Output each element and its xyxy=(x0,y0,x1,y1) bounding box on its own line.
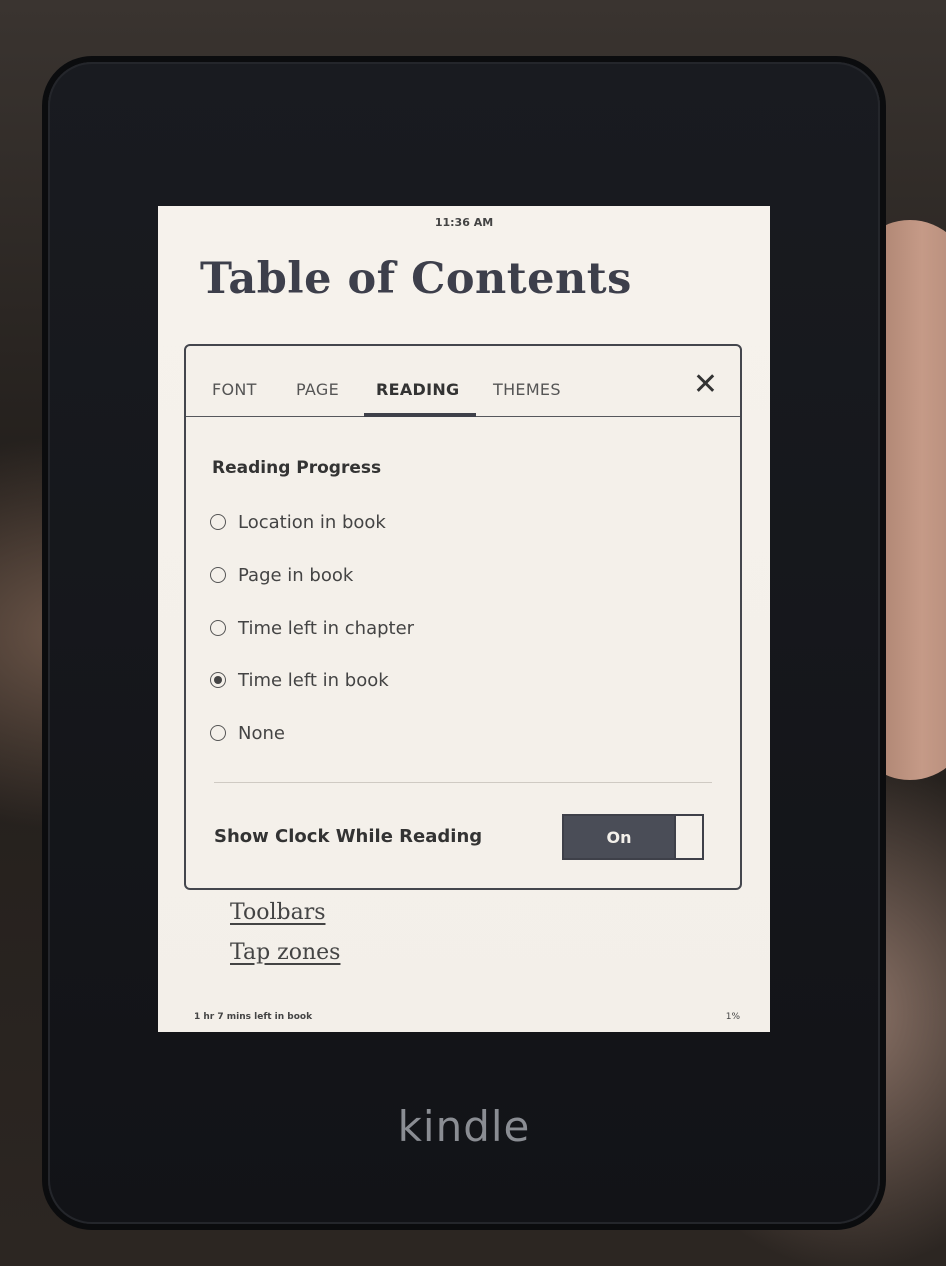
radio-icon[interactable] xyxy=(210,514,226,530)
option-none[interactable]: None xyxy=(210,719,285,747)
e-reader-screen: 11:36 AM Table of Contents Toolbars Tap … xyxy=(158,206,770,1032)
toc-link-tap-zones[interactable]: Tap zones xyxy=(230,940,340,965)
show-clock-label: Show Clock While Reading xyxy=(214,826,483,847)
tab-font[interactable]: FONT xyxy=(212,380,257,399)
reading-progress-footer: 1 hr 7 mins left in book xyxy=(194,1012,313,1022)
option-label: Time left in book xyxy=(238,669,389,691)
option-label: Time left in chapter xyxy=(238,617,415,639)
option-label: None xyxy=(238,722,285,744)
toggle-knob[interactable] xyxy=(674,816,702,858)
settings-tab-bar: FONT PAGE READING THEMES ✕ xyxy=(186,346,740,417)
show-clock-toggle[interactable]: On xyxy=(562,814,704,860)
section-title: Reading Progress xyxy=(212,458,382,478)
option-time-left-in-book[interactable]: Time left in book xyxy=(210,666,389,694)
option-time-left-in-chapter[interactable]: Time left in chapter xyxy=(210,614,414,642)
active-tab-indicator xyxy=(364,413,476,417)
option-location-in-book[interactable]: Location in book xyxy=(210,508,386,536)
radio-icon[interactable] xyxy=(210,725,226,741)
divider xyxy=(214,782,712,783)
close-icon[interactable]: ✕ xyxy=(693,370,718,400)
device-brand-logo: kindle xyxy=(397,1102,531,1151)
radio-selected-icon[interactable] xyxy=(210,672,226,688)
option-label: Page in book xyxy=(238,564,354,586)
percent-read: 1% xyxy=(725,1012,740,1022)
page-title: Table of Contents xyxy=(200,254,632,304)
tab-reading[interactable]: READING xyxy=(376,380,460,399)
toc-link-toolbars[interactable]: Toolbars xyxy=(230,900,326,925)
radio-icon[interactable] xyxy=(210,620,226,636)
option-page-in-book[interactable]: Page in book xyxy=(210,561,353,589)
option-label: Location in book xyxy=(238,511,386,533)
radio-icon[interactable] xyxy=(210,567,226,583)
tab-themes[interactable]: THEMES xyxy=(493,380,561,399)
toggle-state-label: On xyxy=(606,827,632,847)
tab-page[interactable]: PAGE xyxy=(296,380,339,399)
reading-settings-panel: FONT PAGE READING THEMES ✕ Reading Progr… xyxy=(184,344,742,890)
status-clock: 11:36 AM xyxy=(434,216,494,229)
